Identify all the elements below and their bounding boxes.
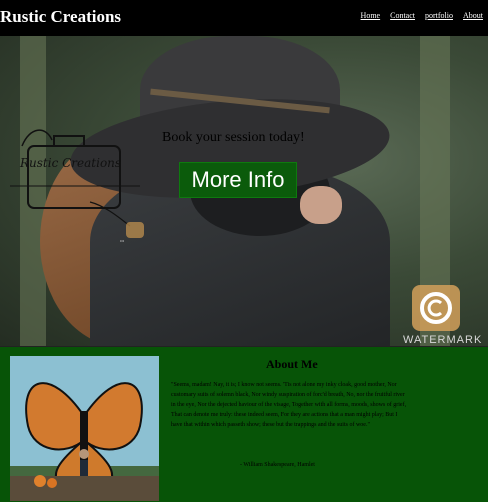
tagline: Book your session today! [162, 130, 305, 145]
camera-logo-icon [10, 129, 140, 227]
nav-link-home[interactable]: Home [361, 11, 381, 20]
watermark-text: WATERMARK [403, 334, 483, 346]
butterfly-photo [10, 356, 159, 501]
more-info-button[interactable]: More Info [179, 162, 297, 198]
watermark-icon [126, 222, 144, 238]
watermark-small-label: ••• [120, 238, 125, 243]
nav-link-about[interactable]: About [463, 11, 483, 20]
site-brand[interactable]: Rustic Creations [0, 7, 121, 27]
about-title: About Me [266, 357, 318, 371]
nav-link-contact[interactable]: Contact [390, 11, 415, 20]
logo-text: Rustic Creations [20, 156, 122, 170]
about-quote: "Seems, madam! Nay, it is; I know not se… [171, 382, 407, 428]
quote-attribution: - William Shakespeare, Hamlet [240, 462, 315, 468]
top-navigation-bar: Rustic Creations Home Contact portfolio … [0, 0, 488, 36]
nav-link-portfolio[interactable]: portfolio [425, 11, 453, 20]
hand-shape [300, 186, 342, 224]
nav-links: Home Contact portfolio About [361, 11, 483, 20]
copyright-watermark-icon [412, 285, 460, 331]
hero-banner: Rustic Creations Book your session today… [0, 36, 488, 346]
